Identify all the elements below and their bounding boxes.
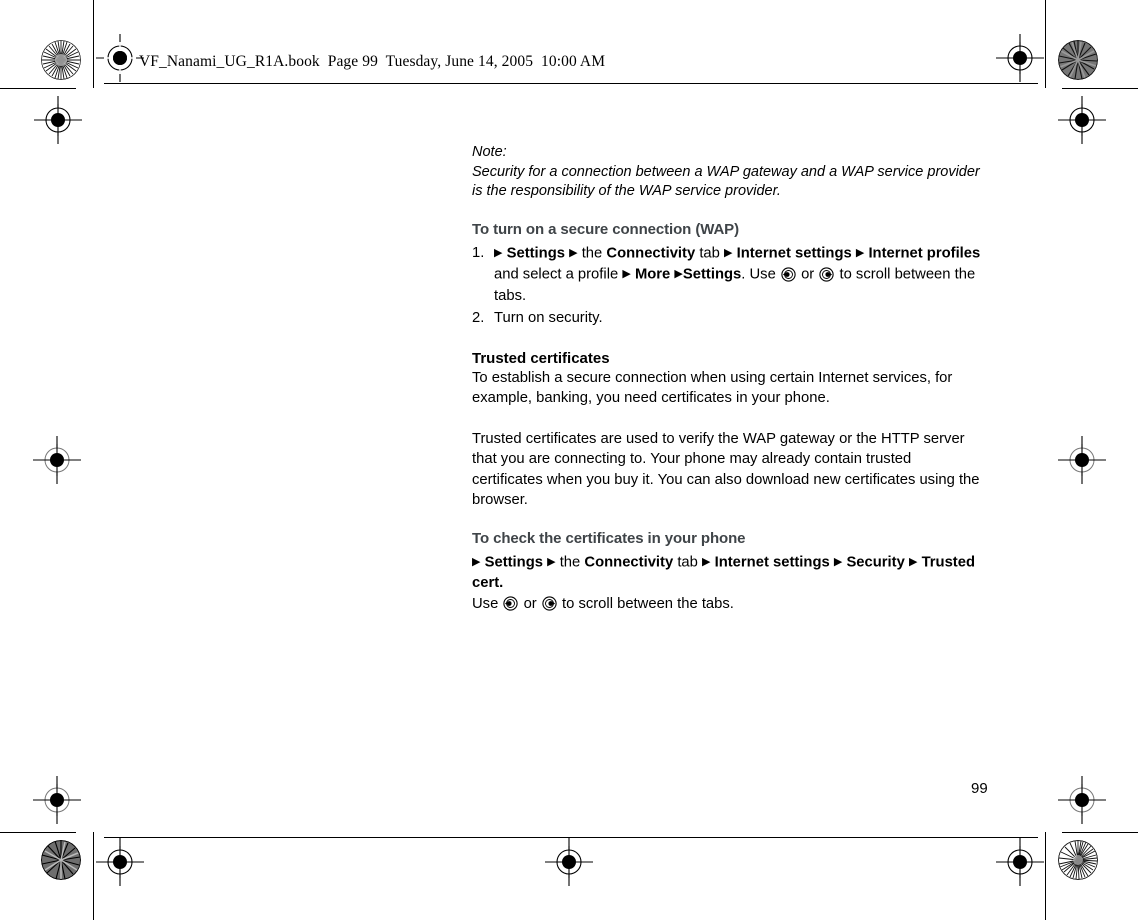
- scroll-instruction-line: Use or to scroll between the tabs.: [472, 594, 984, 615]
- registration-target-icon: [33, 776, 81, 824]
- menu-internet-settings: Internet settings: [736, 245, 852, 261]
- arrow-icon: ▶: [569, 246, 578, 259]
- heading-check-certificates: To check the certificates in your phone: [472, 529, 746, 547]
- trim-line-footer-rule: [104, 837, 1038, 838]
- arrow-icon: ▶: [855, 246, 865, 259]
- arrow-icon: ▶: [547, 555, 556, 568]
- note-block: Note: Security for a connection between …: [472, 143, 984, 202]
- trim-line-left-vertical: [93, 0, 94, 88]
- text-and-select-profile: and select a profile: [494, 266, 619, 283]
- menu-settings: Settings: [506, 245, 565, 261]
- menu-connectivity: Connectivity: [584, 554, 674, 570]
- registration-target-icon: [1058, 776, 1106, 824]
- menu-internet-profiles: Internet profiles: [868, 245, 981, 261]
- menu-settings-2: Settings: [682, 266, 742, 283]
- word-tab: tab: [699, 245, 720, 261]
- registration-target-icon: [996, 838, 1044, 886]
- arrow-icon: ▶: [494, 246, 503, 259]
- arrow-icon: ▶: [724, 246, 733, 259]
- print-rosette-icon: [41, 40, 81, 80]
- arrow-icon: ▶: [622, 268, 631, 280]
- registration-target-icon: [996, 34, 1044, 82]
- scroll-left-key-icon: [781, 266, 796, 282]
- arrow-icon: ▶: [472, 555, 481, 568]
- trim-line-bottom-left-horizontal: [0, 832, 76, 833]
- arrow-icon: ▶: [702, 555, 711, 568]
- list-item: 2. Turn on security.: [472, 308, 984, 329]
- registration-target-icon: [96, 34, 144, 82]
- note-label: Note:: [472, 144, 507, 160]
- word-or: or: [523, 596, 537, 612]
- registration-target-icon: [34, 96, 82, 144]
- text-scroll-tabs: to scroll between the tabs.: [562, 596, 734, 612]
- word-or: or: [801, 266, 815, 283]
- arrow-icon: ▶: [674, 268, 683, 280]
- scroll-right-key-icon: [542, 596, 557, 611]
- registration-target-icon: [96, 838, 144, 886]
- text-use: . Use: [741, 266, 776, 283]
- menu-security: Security: [846, 554, 905, 570]
- word-use: Use: [472, 596, 499, 612]
- registration-target-icon: [1058, 96, 1106, 144]
- page-content: Note: Security for a connection between …: [472, 143, 984, 615]
- list-item: 1. ▶ Settings ▶ the Connectivity tab ▶ I…: [472, 243, 984, 307]
- registration-target-icon: [33, 436, 81, 484]
- step-number: 2.: [472, 309, 485, 326]
- trim-line-top-left-horizontal: [0, 88, 76, 89]
- menu-connectivity: Connectivity: [606, 245, 696, 261]
- word-tab: tab: [677, 554, 698, 570]
- page-number: 99: [971, 780, 988, 797]
- trim-line-bottom-right-horizontal: [1062, 832, 1138, 833]
- step-text: Turn on security.: [494, 309, 603, 326]
- arrow-icon: ▶: [833, 555, 843, 568]
- heading-turn-on-secure-connection: To turn on a secure connection (WAP): [472, 220, 739, 238]
- steps-list: 1. ▶ Settings ▶ the Connectivity tab ▶ I…: [472, 243, 984, 329]
- file-header-line: VF_Nanami_UG_R1A.book Page 99 Tuesday, J…: [139, 53, 606, 70]
- registration-target-icon: [545, 838, 593, 886]
- trim-line-right-vertical: [1045, 0, 1046, 88]
- print-rosette-icon: [41, 840, 81, 880]
- trim-line-left-vertical-bottom: [93, 832, 94, 920]
- registration-target-icon: [1058, 436, 1106, 484]
- trim-line-top-right-horizontal: [1062, 88, 1138, 89]
- arrow-icon: ▶: [908, 555, 918, 568]
- menu-path-line: ▶ Settings ▶ the Connectivity tab ▶ Inte…: [472, 552, 984, 595]
- paragraph-trusted-1: To establish a secure connection when us…: [472, 369, 953, 407]
- word-the: the: [581, 245, 603, 261]
- note-text: Security for a connection between a WAP …: [472, 163, 980, 200]
- scroll-left-key-icon: [503, 596, 519, 611]
- trim-line-right-vertical-bottom: [1045, 832, 1046, 920]
- menu-settings: Settings: [484, 554, 543, 570]
- step-number: 1.: [472, 244, 485, 261]
- print-rosette-icon: [1058, 40, 1098, 80]
- print-rosette-icon: [1058, 840, 1098, 880]
- menu-more: More: [634, 266, 671, 283]
- scroll-right-key-icon: [819, 266, 835, 282]
- menu-internet-settings: Internet settings: [714, 554, 830, 570]
- word-the: the: [559, 554, 581, 570]
- paragraph-trusted-2: Trusted certificates are used to verify …: [472, 430, 980, 509]
- heading-trusted-certificates: Trusted certificates: [472, 349, 610, 367]
- trim-line-header-rule: [104, 83, 1038, 84]
